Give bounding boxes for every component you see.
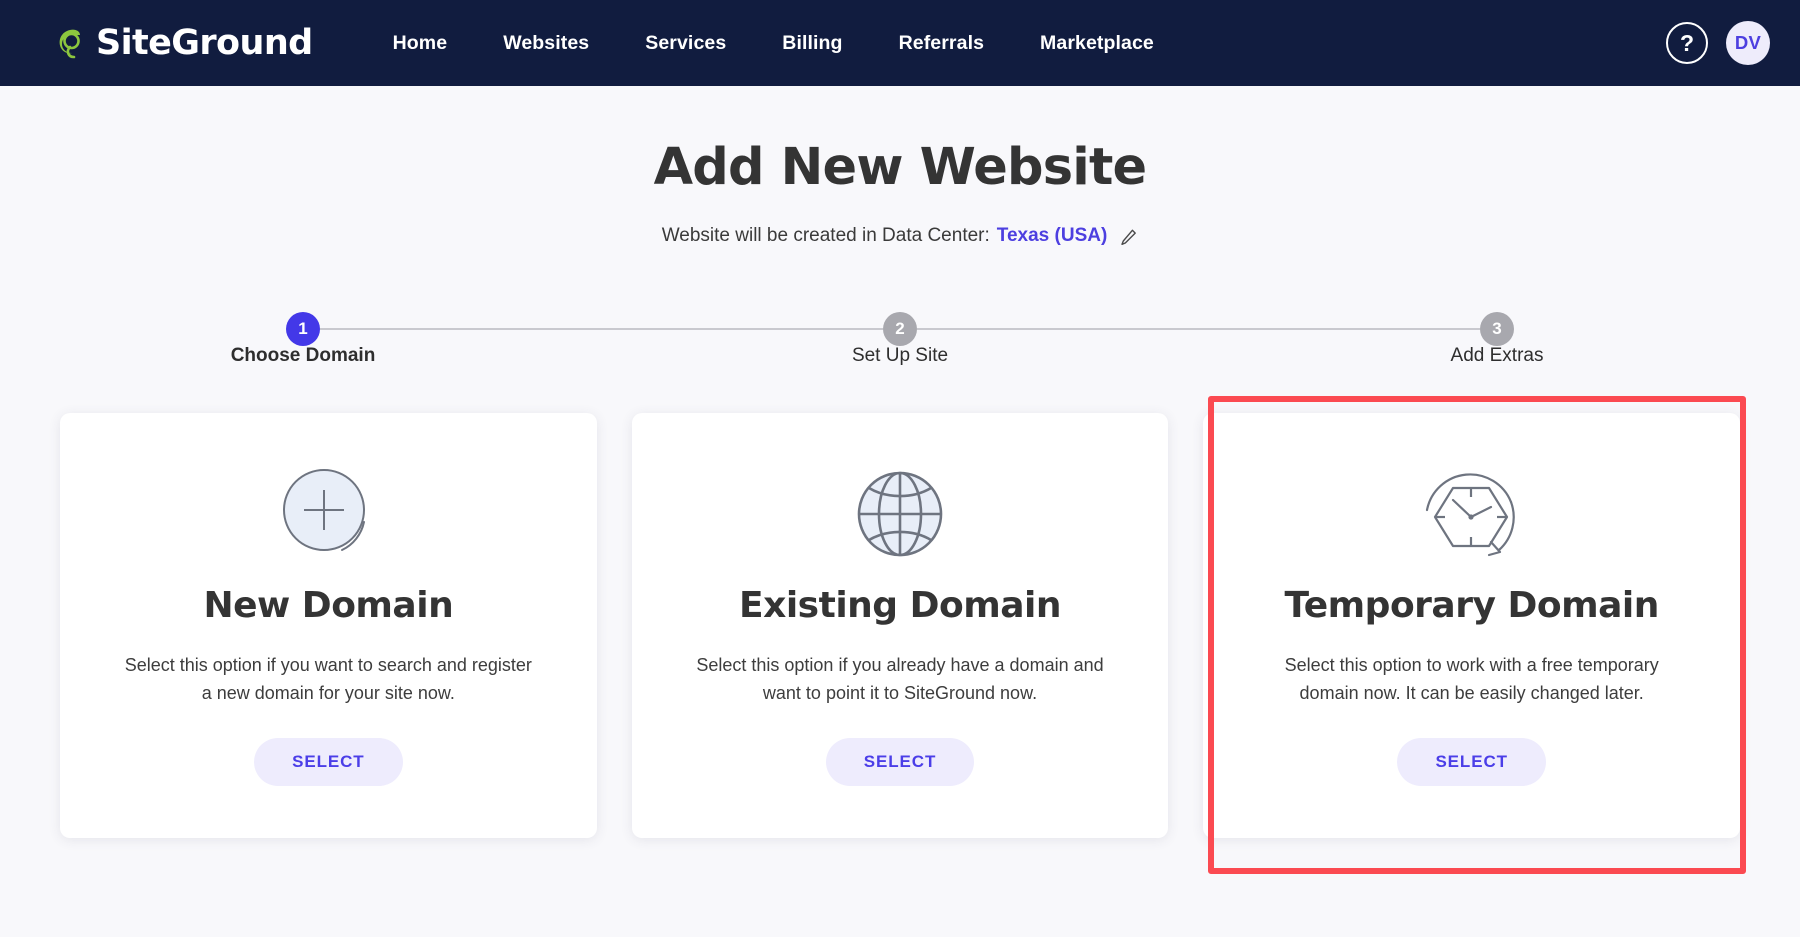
domain-option-cards: New Domain Select this option if you wan… bbox=[60, 396, 1746, 874]
nav-item-services[interactable]: Services bbox=[617, 22, 754, 65]
step-connector-1-2 bbox=[320, 328, 883, 330]
plus-circle-icon bbox=[272, 457, 384, 575]
card-new-domain[interactable]: New Domain Select this option if you wan… bbox=[60, 413, 597, 838]
step-circle-1[interactable]: 1 bbox=[286, 312, 320, 346]
nav-item-websites[interactable]: Websites bbox=[475, 22, 617, 65]
nav-item-home[interactable]: Home bbox=[365, 22, 476, 65]
pencil-edit-icon[interactable] bbox=[1119, 228, 1138, 247]
card-title-temporary-domain: Temporary Domain bbox=[1284, 585, 1659, 626]
card-description-temporary-domain: Select this option to work with a free t… bbox=[1284, 655, 1659, 703]
stepper-track: 1 2 3 bbox=[286, 312, 1514, 346]
step-connector-2-3 bbox=[917, 328, 1480, 330]
data-center-value[interactable]: Texas (USA) bbox=[997, 225, 1108, 247]
globe-icon bbox=[844, 457, 956, 575]
step-label-choose-domain: Choose Domain bbox=[230, 345, 376, 366]
card-temporary-domain[interactable]: Temporary Domain Select this option to w… bbox=[1203, 413, 1741, 838]
step-label-add-extras: Add Extras bbox=[1450, 345, 1544, 366]
nav-item-billing[interactable]: Billing bbox=[754, 22, 870, 65]
top-navigation-bar: SiteGround Home Websites Services Billin… bbox=[0, 0, 1800, 86]
nav-item-marketplace[interactable]: Marketplace bbox=[1012, 22, 1182, 65]
page-content: Add New Website Website will be created … bbox=[0, 86, 1800, 937]
question-mark-icon: ? bbox=[1679, 29, 1695, 56]
card-existing-domain[interactable]: Existing Domain Select this option if yo… bbox=[631, 413, 1169, 838]
card-description-new-domain: Select this option if you want to search… bbox=[124, 655, 532, 703]
siteground-logo[interactable]: SiteGround bbox=[56, 23, 313, 63]
select-button-existing-domain[interactable]: SELECT bbox=[825, 737, 975, 786]
data-center-label: Website will be created in Data Center: bbox=[661, 225, 990, 246]
hexagon-clock-arrow-icon bbox=[1413, 457, 1531, 575]
data-center-notice: Website will be created in Data Center: … bbox=[0, 225, 1800, 247]
progress-stepper: 1 2 3 Choose Domain Set Up Site Add Extr… bbox=[231, 295, 1544, 367]
page-title: Add New Website bbox=[653, 138, 1148, 197]
main-nav-links: Home Websites Services Billing Referrals… bbox=[365, 22, 1182, 65]
select-button-temporary-domain[interactable]: SELECT bbox=[1397, 737, 1546, 786]
stepper-labels: Choose Domain Set Up Site Add Extras bbox=[231, 345, 1544, 367]
siteground-brand-text: SiteGround bbox=[96, 23, 313, 63]
step-label-set-up-site: Set Up Site bbox=[851, 345, 949, 366]
select-button-new-domain[interactable]: SELECT bbox=[254, 737, 403, 786]
help-button[interactable]: ? bbox=[1666, 22, 1708, 64]
nav-item-referrals[interactable]: Referrals bbox=[871, 22, 1012, 65]
card-description-existing-domain: Select this option if you already have a… bbox=[696, 655, 1104, 703]
card-title-existing-domain: Existing Domain bbox=[739, 585, 1061, 626]
card-title-new-domain: New Domain bbox=[203, 585, 454, 626]
step-circle-3[interactable]: 3 bbox=[1480, 312, 1514, 346]
nav-right-actions: ? DV bbox=[1666, 21, 1770, 65]
user-avatar[interactable]: DV bbox=[1726, 21, 1770, 65]
siteground-logo-icon bbox=[56, 27, 90, 61]
step-circle-2[interactable]: 2 bbox=[883, 312, 917, 346]
